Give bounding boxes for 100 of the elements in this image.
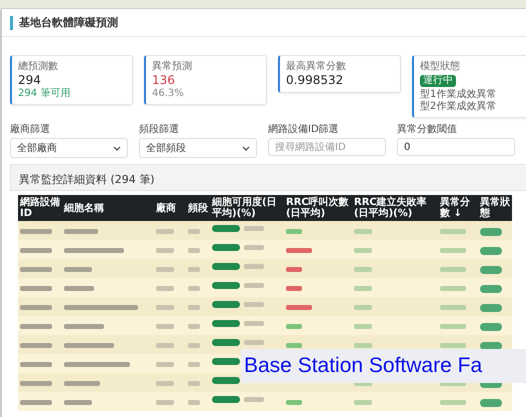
availability-bar (212, 339, 240, 346)
blurred-text (156, 362, 174, 368)
blurred-text (64, 381, 100, 386)
blurred-text (20, 400, 52, 406)
blurred-text (354, 400, 372, 406)
blurred-text (244, 302, 264, 307)
blurred-text (354, 343, 372, 348)
chevron-icon (242, 146, 250, 150)
blurred-text (354, 286, 372, 292)
column-header[interactable]: RRC呼叫次數(日平均) (284, 195, 352, 221)
availability-bar (212, 282, 240, 289)
availability-bar (212, 396, 240, 403)
column-header[interactable]: 網路設備ID (18, 195, 62, 221)
blurred-text (188, 362, 200, 368)
blurred-text (64, 343, 114, 348)
blurred-text (188, 229, 200, 234)
column-header[interactable]: 異常狀態 (478, 195, 512, 221)
blurred-text (156, 324, 174, 330)
blurred-text (188, 343, 200, 348)
blurred-text (64, 229, 98, 234)
stat-subtext: 294 筆可用 (18, 88, 72, 100)
filter-label: 頻段篩選 (139, 124, 180, 136)
blurred-text (156, 343, 174, 348)
blurred-text (440, 324, 466, 330)
blurred-text (64, 400, 92, 406)
availability-bar (212, 244, 240, 251)
stat-label: 總預測數 (18, 60, 59, 73)
blurred-text (64, 324, 104, 330)
blurred-text (64, 267, 92, 272)
blurred-text (20, 343, 52, 348)
blurred-text (354, 305, 372, 310)
availability-bar (212, 225, 240, 232)
status-badge (480, 322, 502, 331)
availability-bar (212, 358, 240, 365)
blurred-text (354, 229, 372, 234)
blurred-text (188, 305, 200, 310)
blurred-text (244, 264, 264, 269)
blurred-text (440, 400, 466, 406)
page-title: 基地台軟體障礙預測 (19, 15, 118, 30)
blurred-text (354, 267, 372, 272)
status-badge (480, 246, 502, 255)
status-badge (480, 284, 502, 293)
availability-bar (212, 263, 240, 270)
blurred-text (64, 248, 124, 254)
availability-bar (212, 320, 240, 327)
status-text: 型1作業成效異常 (420, 89, 498, 100)
blurred-text (188, 400, 200, 406)
column-header[interactable]: 廠商 (154, 195, 186, 221)
column-header[interactable]: 細胞可用度(日平均)(%) (210, 195, 284, 221)
blurred-text (156, 305, 174, 310)
blurred-text (244, 321, 264, 326)
column-header[interactable]: 頻段 (186, 195, 210, 221)
blurred-text (188, 286, 200, 292)
filter-dropdown[interactable]: 全部廠商 (10, 138, 128, 158)
column-header[interactable]: 細胞名稱 (62, 195, 154, 221)
blurred-text (20, 381, 52, 386)
stat-label: 最高異常分數 (286, 60, 347, 73)
filter-input[interactable]: 0 (397, 138, 515, 156)
caption-text: Base Station Software Fa (244, 354, 482, 378)
blurred-text (156, 400, 174, 406)
blurred-text (244, 397, 264, 402)
blurred-text (20, 305, 52, 310)
blurred-text (20, 324, 52, 330)
filter-input[interactable]: 搜尋網路設備ID (268, 138, 386, 156)
blurred-text (244, 340, 264, 345)
stat-value: 294 (18, 73, 41, 88)
blurred-text (188, 324, 200, 330)
filter-label: 網路設備ID篩選 (268, 124, 340, 136)
status-text: 型2作業成效異常 (420, 101, 498, 113)
availability-bar (212, 301, 240, 308)
blurred-text (156, 229, 174, 234)
stat-value: 136 (152, 73, 176, 88)
blurred-text (244, 226, 264, 231)
status-badge (480, 228, 502, 236)
blurred-text (440, 229, 466, 234)
filter-dropdown[interactable]: 全部頻段 (139, 138, 257, 158)
blurred-text (244, 245, 264, 250)
blurred-text (188, 248, 200, 254)
blurred-text (20, 248, 52, 254)
blurred-text (20, 267, 52, 272)
column-header[interactable]: 異常分數 ↓ (438, 195, 478, 221)
blurred-text (440, 267, 466, 272)
blurred-text (440, 286, 466, 292)
chevron-icon (113, 146, 121, 150)
section-title: 異常監控詳細資料 (294 筆) (19, 173, 155, 186)
blurred-text (354, 248, 372, 254)
stat-subtext: 46.3% (152, 88, 185, 100)
status-badge (480, 304, 502, 312)
column-header[interactable]: RRC建立失敗率(日平均)(%) (352, 195, 438, 221)
stat-label: 異常預測 (152, 60, 193, 73)
filter-label: 廠商篩選 (10, 124, 51, 136)
blurred-text (64, 286, 94, 292)
status-badge: 運行中 (420, 75, 456, 87)
blurred-text (244, 283, 264, 288)
blurred-text (188, 267, 200, 272)
availability-bar (212, 377, 240, 384)
blurred-text (354, 324, 372, 330)
blurred-text (20, 229, 52, 234)
stat-label: 模型狀態 (420, 60, 461, 73)
blurred-text (156, 267, 174, 272)
